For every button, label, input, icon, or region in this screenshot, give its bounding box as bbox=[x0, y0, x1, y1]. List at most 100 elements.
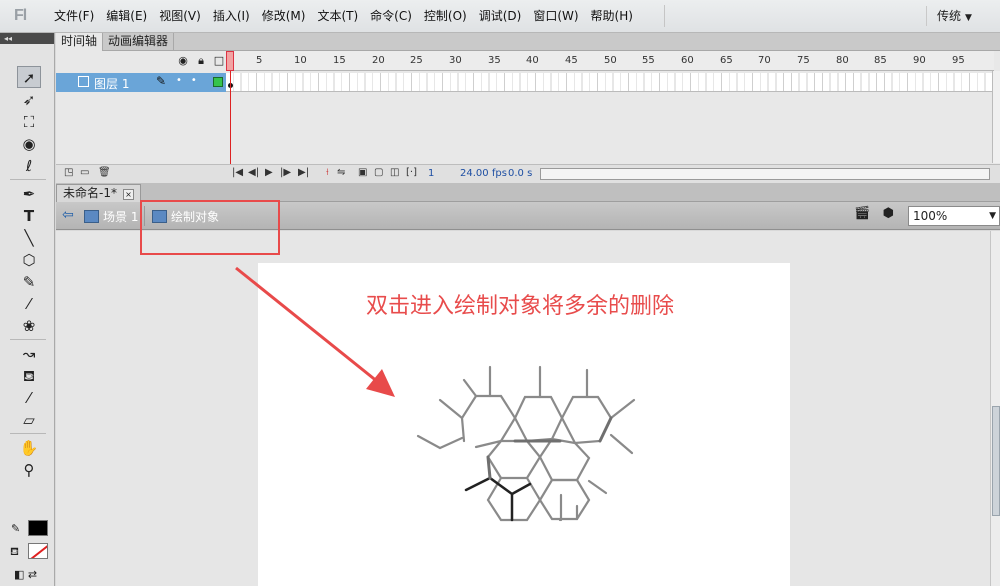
frame-rate[interactable]: 24.00 fps bbox=[460, 168, 507, 179]
prev-frame-icon[interactable]: ◀| bbox=[248, 167, 259, 178]
ruler-number: 75 bbox=[797, 55, 810, 66]
stage-vertical-scrollbar[interactable] bbox=[990, 231, 1000, 586]
loop-icon[interactable]: ⇋ bbox=[337, 167, 345, 178]
layer-row[interactable]: 图层 1 ✎ •• bbox=[56, 73, 226, 92]
fill-color-swatch[interactable] bbox=[28, 543, 48, 559]
ruler-number: 5 bbox=[256, 55, 263, 66]
ruler-number: 90 bbox=[913, 55, 926, 66]
layer-visibility-dots[interactable]: •• bbox=[176, 75, 206, 86]
new-folder-icon[interactable]: ▭ bbox=[80, 167, 89, 178]
pencil-icon: ✎ bbox=[156, 74, 167, 88]
play-icon[interactable]: ▶ bbox=[265, 167, 273, 178]
document-tab[interactable]: 未命名-1* × bbox=[56, 184, 141, 202]
chevron-down-icon: ▼ bbox=[965, 13, 972, 23]
current-frame[interactable]: 1 bbox=[428, 168, 434, 179]
playhead-handle[interactable] bbox=[226, 51, 234, 71]
menu-view[interactable]: 视图(V) bbox=[153, 0, 207, 33]
frame-ruler[interactable]: 1 5 10 15 20 25 30 35 40 45 50 55 60 65 … bbox=[226, 51, 994, 71]
subselection-tool-icon[interactable]: ➶ bbox=[17, 89, 41, 111]
ruler-number: 25 bbox=[410, 55, 423, 66]
menu-commands[interactable]: 命令(C) bbox=[364, 0, 418, 33]
selection-tool-icon[interactable]: ➚ bbox=[17, 66, 41, 88]
menu-separator bbox=[664, 5, 665, 27]
ruler-number: 65 bbox=[720, 55, 733, 66]
new-layer-icon[interactable]: ◳ bbox=[64, 167, 73, 178]
stroke-color-swatch[interactable] bbox=[28, 520, 48, 536]
layer-outline-color[interactable] bbox=[213, 77, 223, 87]
scrollbar-thumb[interactable] bbox=[992, 406, 1000, 516]
lasso-icon[interactable]: ℓ bbox=[17, 155, 41, 177]
elapsed-value: 0.0 bbox=[508, 168, 524, 179]
ruler-number: 20 bbox=[372, 55, 385, 66]
next-frame-icon[interactable]: |▶ bbox=[280, 167, 291, 178]
panel-collapse-icon[interactable]: ◂◂ bbox=[0, 33, 54, 44]
ruler-number: 15 bbox=[333, 55, 346, 66]
text-icon[interactable]: T bbox=[17, 205, 41, 227]
fill-color-icon: ⛾ bbox=[10, 545, 19, 558]
tools-panel: ◂◂ ➚ ➶ ⛶ ◉ ℓ ✒ T ╲ ⬡ ✎ ⁄ ❀ ↝ ⛾ ⁄ ▱ ✋ ⚲ ✎… bbox=[0, 33, 55, 586]
polystar-icon[interactable]: ⬡ bbox=[17, 249, 41, 271]
menu-help[interactable]: 帮助(H) bbox=[585, 0, 639, 33]
ruler-number: 85 bbox=[874, 55, 887, 66]
back-arrow-icon[interactable]: ⇦ bbox=[62, 207, 74, 223]
frame-scrollbar[interactable] bbox=[540, 168, 990, 180]
3d-rotation-icon[interactable]: ◉ bbox=[17, 133, 41, 155]
pencil-icon[interactable]: ✎ bbox=[17, 271, 41, 293]
menu-edit[interactable]: 编辑(E) bbox=[100, 0, 153, 33]
pen-icon[interactable]: ✒ bbox=[17, 183, 41, 205]
stage-pasteboard[interactable] bbox=[56, 231, 990, 586]
eyedropper-icon[interactable]: ⁄ bbox=[17, 387, 41, 409]
eraser-icon[interactable]: ▱ bbox=[17, 409, 41, 431]
edit-symbols-tools: 🎬︎ ⬢ bbox=[854, 206, 894, 221]
last-frame-icon[interactable]: ▶| bbox=[298, 167, 309, 178]
zoom-select[interactable]: 100% ▼ bbox=[908, 206, 1000, 226]
bone-icon[interactable]: ↝ bbox=[17, 343, 41, 365]
lock-icon[interactable]: 🔒︎ bbox=[192, 54, 210, 68]
line-icon[interactable]: ╲ bbox=[17, 227, 41, 249]
onion-markers-icon[interactable]: [·] bbox=[406, 167, 417, 178]
edit-multiple-icon[interactable]: ◫ bbox=[390, 167, 399, 178]
swap-colors-icon[interactable]: ◧ ⇄ bbox=[14, 568, 37, 581]
workspace-switcher[interactable]: 传统 ▼ bbox=[926, 6, 980, 26]
playhead-line bbox=[230, 71, 231, 171]
zoom-icon[interactable]: ⚲ bbox=[17, 459, 41, 481]
timeline-scrollbar[interactable] bbox=[992, 71, 1000, 163]
close-icon[interactable]: × bbox=[122, 189, 134, 200]
onion-skin-icon[interactable]: ▣ bbox=[358, 167, 367, 178]
first-frame-icon[interactable]: |◀ bbox=[232, 167, 243, 178]
menu-file[interactable]: 文件(F) bbox=[48, 0, 100, 33]
timeline-footer: ◳ ▭ 🗑︎ |◀ ◀| ▶ |▶ ▶| ⟊ ⇋ ▣ ▢ ◫ [·] 1 24.… bbox=[56, 164, 1000, 183]
elapsed-time[interactable]: 0.0 s bbox=[508, 168, 532, 179]
hand-icon[interactable]: ✋ bbox=[17, 437, 41, 459]
menu-debug[interactable]: 调试(D) bbox=[473, 0, 528, 33]
edit-scene-icon[interactable]: 🎬︎ bbox=[854, 206, 871, 221]
frame-cells[interactable] bbox=[226, 73, 994, 92]
menu-control[interactable]: 控制(O) bbox=[418, 0, 473, 33]
edit-symbols-icon[interactable]: ⬢ bbox=[883, 206, 894, 221]
tab-motion-editor[interactable]: 动画编辑器 bbox=[103, 33, 175, 51]
layer-toggle-icons: ◉ 🔒︎ □ bbox=[174, 54, 228, 68]
menu-insert[interactable]: 插入(I) bbox=[207, 0, 256, 33]
panel-tabs: 时间轴 动画编辑器 bbox=[56, 33, 1000, 51]
menu-window[interactable]: 窗口(W) bbox=[527, 0, 584, 33]
eye-icon[interactable]: ◉ bbox=[174, 54, 192, 67]
ruler-number: 70 bbox=[758, 55, 771, 66]
layer-icon bbox=[78, 76, 89, 87]
scene-label: 场景 1 bbox=[103, 210, 139, 224]
workspace-label: 传统 bbox=[937, 9, 962, 23]
highlight-box bbox=[140, 200, 280, 255]
onion-outline-icon[interactable]: ▢ bbox=[374, 167, 383, 178]
center-frame-icon[interactable]: ⟊ bbox=[326, 167, 329, 178]
frame-rate-value: 24.00 bbox=[460, 168, 489, 179]
free-transform-icon[interactable]: ⛶ bbox=[17, 111, 41, 133]
trash-icon[interactable]: 🗑︎ bbox=[98, 167, 111, 178]
tab-timeline[interactable]: 时间轴 bbox=[56, 33, 104, 51]
paint-bucket-icon[interactable]: ⛾ bbox=[17, 365, 41, 387]
brush-icon[interactable]: ⁄ bbox=[17, 293, 41, 315]
tool-divider bbox=[10, 433, 46, 434]
ruler-number: 10 bbox=[294, 55, 307, 66]
menu-text[interactable]: 文本(T) bbox=[311, 0, 364, 33]
breadcrumb-scene[interactable]: 场景 1 bbox=[84, 208, 138, 225]
menu-modify[interactable]: 修改(M) bbox=[256, 0, 312, 33]
deco-icon[interactable]: ❀ bbox=[17, 315, 41, 337]
